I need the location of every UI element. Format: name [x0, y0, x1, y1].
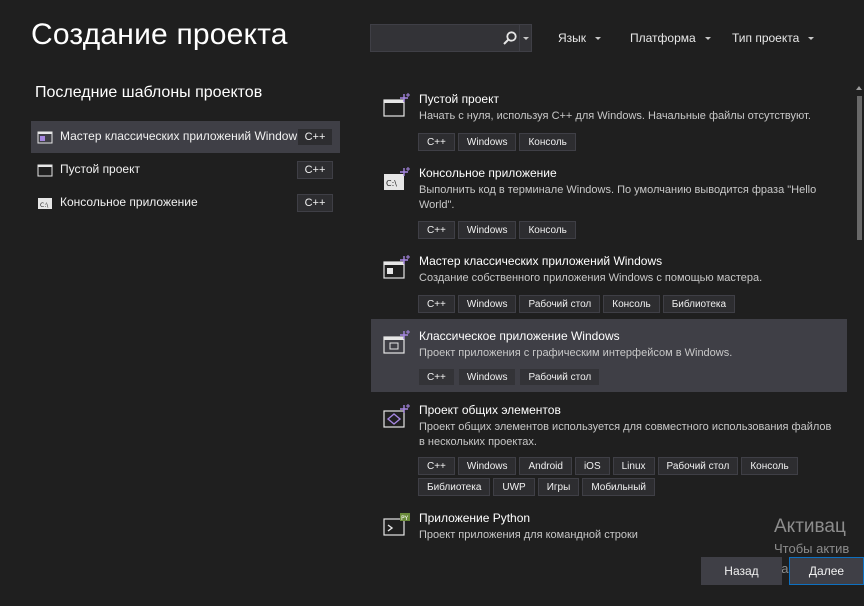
template-empty-project[interactable]: Пустой проект Начать с нуля, используя C…: [371, 82, 847, 156]
tag: iOS: [574, 457, 610, 475]
tag-list: C++ Windows Консоль: [418, 132, 848, 153]
recent-item-label: Консольное приложение: [60, 195, 198, 209]
tag: Консоль: [519, 221, 576, 239]
search-options-dropdown[interactable]: [519, 25, 531, 51]
tag: Windows: [457, 133, 517, 151]
tag-list: C++ Windows Рабочий стол: [418, 367, 848, 388]
tag: C++: [418, 457, 455, 475]
language-badge: C++: [297, 161, 333, 179]
template-name: Классическое приложение Windows: [419, 329, 620, 343]
tag: Рабочий стол: [519, 368, 601, 386]
platform-filter[interactable]: Платформа: [630, 31, 711, 45]
recent-item-desktop-wizard[interactable]: Мастер классических приложений Windows C…: [31, 121, 340, 153]
recent-item-console-app[interactable]: C:\ Консольное приложение C++: [31, 187, 340, 219]
template-shared-items[interactable]: Проект общих элементов Проект общих элем…: [371, 393, 847, 501]
svg-text:PY: PY: [401, 515, 408, 522]
tag: Linux: [612, 457, 655, 475]
language-badge: C++: [297, 128, 333, 146]
template-description: Выполнить код в терминале Windows. По ум…: [419, 184, 817, 211]
tag: Windows: [457, 457, 517, 475]
template-windows-desktop-app[interactable]: Классическое приложение Windows Проект п…: [371, 319, 847, 392]
tag-list: C++ Windows Android iOS Linux Рабочий стол Кон…: [418, 456, 848, 498]
search-icon[interactable]: [502, 30, 518, 46]
tag: Рабочий стол: [519, 295, 601, 313]
desktop-wizard-icon: [37, 131, 53, 144]
desktop-wizard-icon: [383, 255, 410, 279]
recent-templates-heading: Последние шаблоны проектов: [35, 84, 263, 101]
tag-list: C++ Windows Консоль: [418, 220, 848, 241]
tag: Рабочий стол: [657, 457, 739, 475]
language-badge: C++: [297, 194, 333, 212]
template-console-app[interactable]: C:\ Консольное приложение Выполнить код …: [371, 156, 847, 244]
page-title: Создание проекта: [31, 18, 288, 51]
recent-item-label: Мастер классических приложений Windows: [60, 129, 304, 143]
project-type-filter[interactable]: Тип проекта: [732, 31, 815, 45]
search-input[interactable]: [375, 28, 499, 50]
search-box[interactable]: [370, 24, 532, 52]
tag: Мобильный: [582, 478, 655, 496]
template-description: Создание собственного приложения Windows…: [419, 272, 763, 284]
tag: C++: [418, 133, 455, 151]
empty-project-icon: [37, 164, 53, 177]
language-filter-label: Язык: [558, 31, 587, 45]
template-list-scrollbar[interactable]: [855, 82, 864, 542]
scroll-up-icon[interactable]: [856, 86, 862, 90]
template-desktop-wizard[interactable]: Мастер классических приложений Windows С…: [371, 244, 847, 318]
tag: Игры: [537, 478, 580, 496]
activation-watermark-line: Чтобы актив: [774, 541, 850, 556]
windows-desktop-app-icon: [383, 330, 410, 354]
project-type-filter-label: Тип проекта: [732, 31, 800, 45]
template-name: Приложение Python: [419, 511, 531, 525]
console-app-icon: C:\: [38, 198, 52, 209]
template-name: Консольное приложение: [419, 166, 557, 180]
tag: Библиотека: [418, 478, 491, 496]
svg-text:C:\: C:\: [386, 179, 397, 188]
recent-item-empty-project[interactable]: Пустой проект C++: [31, 154, 340, 186]
tag: Библиотека: [662, 295, 736, 313]
tag: Консоль: [519, 133, 576, 151]
tag-list: C++ Windows Рабочий стол Консоль Библиотека: [418, 294, 848, 315]
tag: C++: [418, 295, 455, 313]
svg-text:C:\: C:\: [40, 202, 49, 209]
template-name: Пустой проект: [419, 92, 499, 106]
scrollbar-thumb[interactable]: [857, 96, 862, 240]
next-button[interactable]: Далее: [789, 557, 864, 585]
template-name: Мастер классических приложений Windows: [419, 254, 663, 268]
platform-filter-label: Платформа: [630, 31, 696, 45]
tag: Android: [519, 457, 572, 475]
chevron-down-icon: [595, 37, 602, 41]
template-list[interactable]: Пустой проект Начать с нуля, используя C…: [371, 82, 849, 542]
tag: C++: [418, 368, 455, 386]
tag: Windows: [457, 295, 517, 313]
template-description: Начать с нуля, используя C++ для Windows…: [419, 110, 811, 122]
tag: Консоль: [603, 295, 660, 313]
tag: Windows: [457, 221, 517, 239]
recent-item-label: Пустой проект: [60, 162, 140, 176]
console-app-icon: C:\: [384, 167, 410, 190]
language-filter[interactable]: Язык: [558, 31, 602, 45]
template-name: Проект общих элементов: [419, 403, 561, 417]
activation-watermark-title: Активац: [774, 516, 846, 537]
back-button[interactable]: Назад: [701, 557, 782, 585]
tag: Консоль: [741, 457, 798, 475]
tag: C++: [418, 221, 455, 239]
shared-items-icon: [383, 404, 410, 428]
template-description: Проект приложения с графическим интерфей…: [419, 347, 733, 359]
python-app-icon: PY: [383, 513, 410, 536]
chevron-down-icon: [808, 37, 815, 41]
tag: Windows: [457, 368, 517, 386]
chevron-down-icon: [704, 37, 711, 41]
template-description: Проект общих элементов используется для …: [419, 421, 832, 448]
tag: UWP: [493, 478, 535, 496]
empty-project-icon: [383, 93, 410, 117]
